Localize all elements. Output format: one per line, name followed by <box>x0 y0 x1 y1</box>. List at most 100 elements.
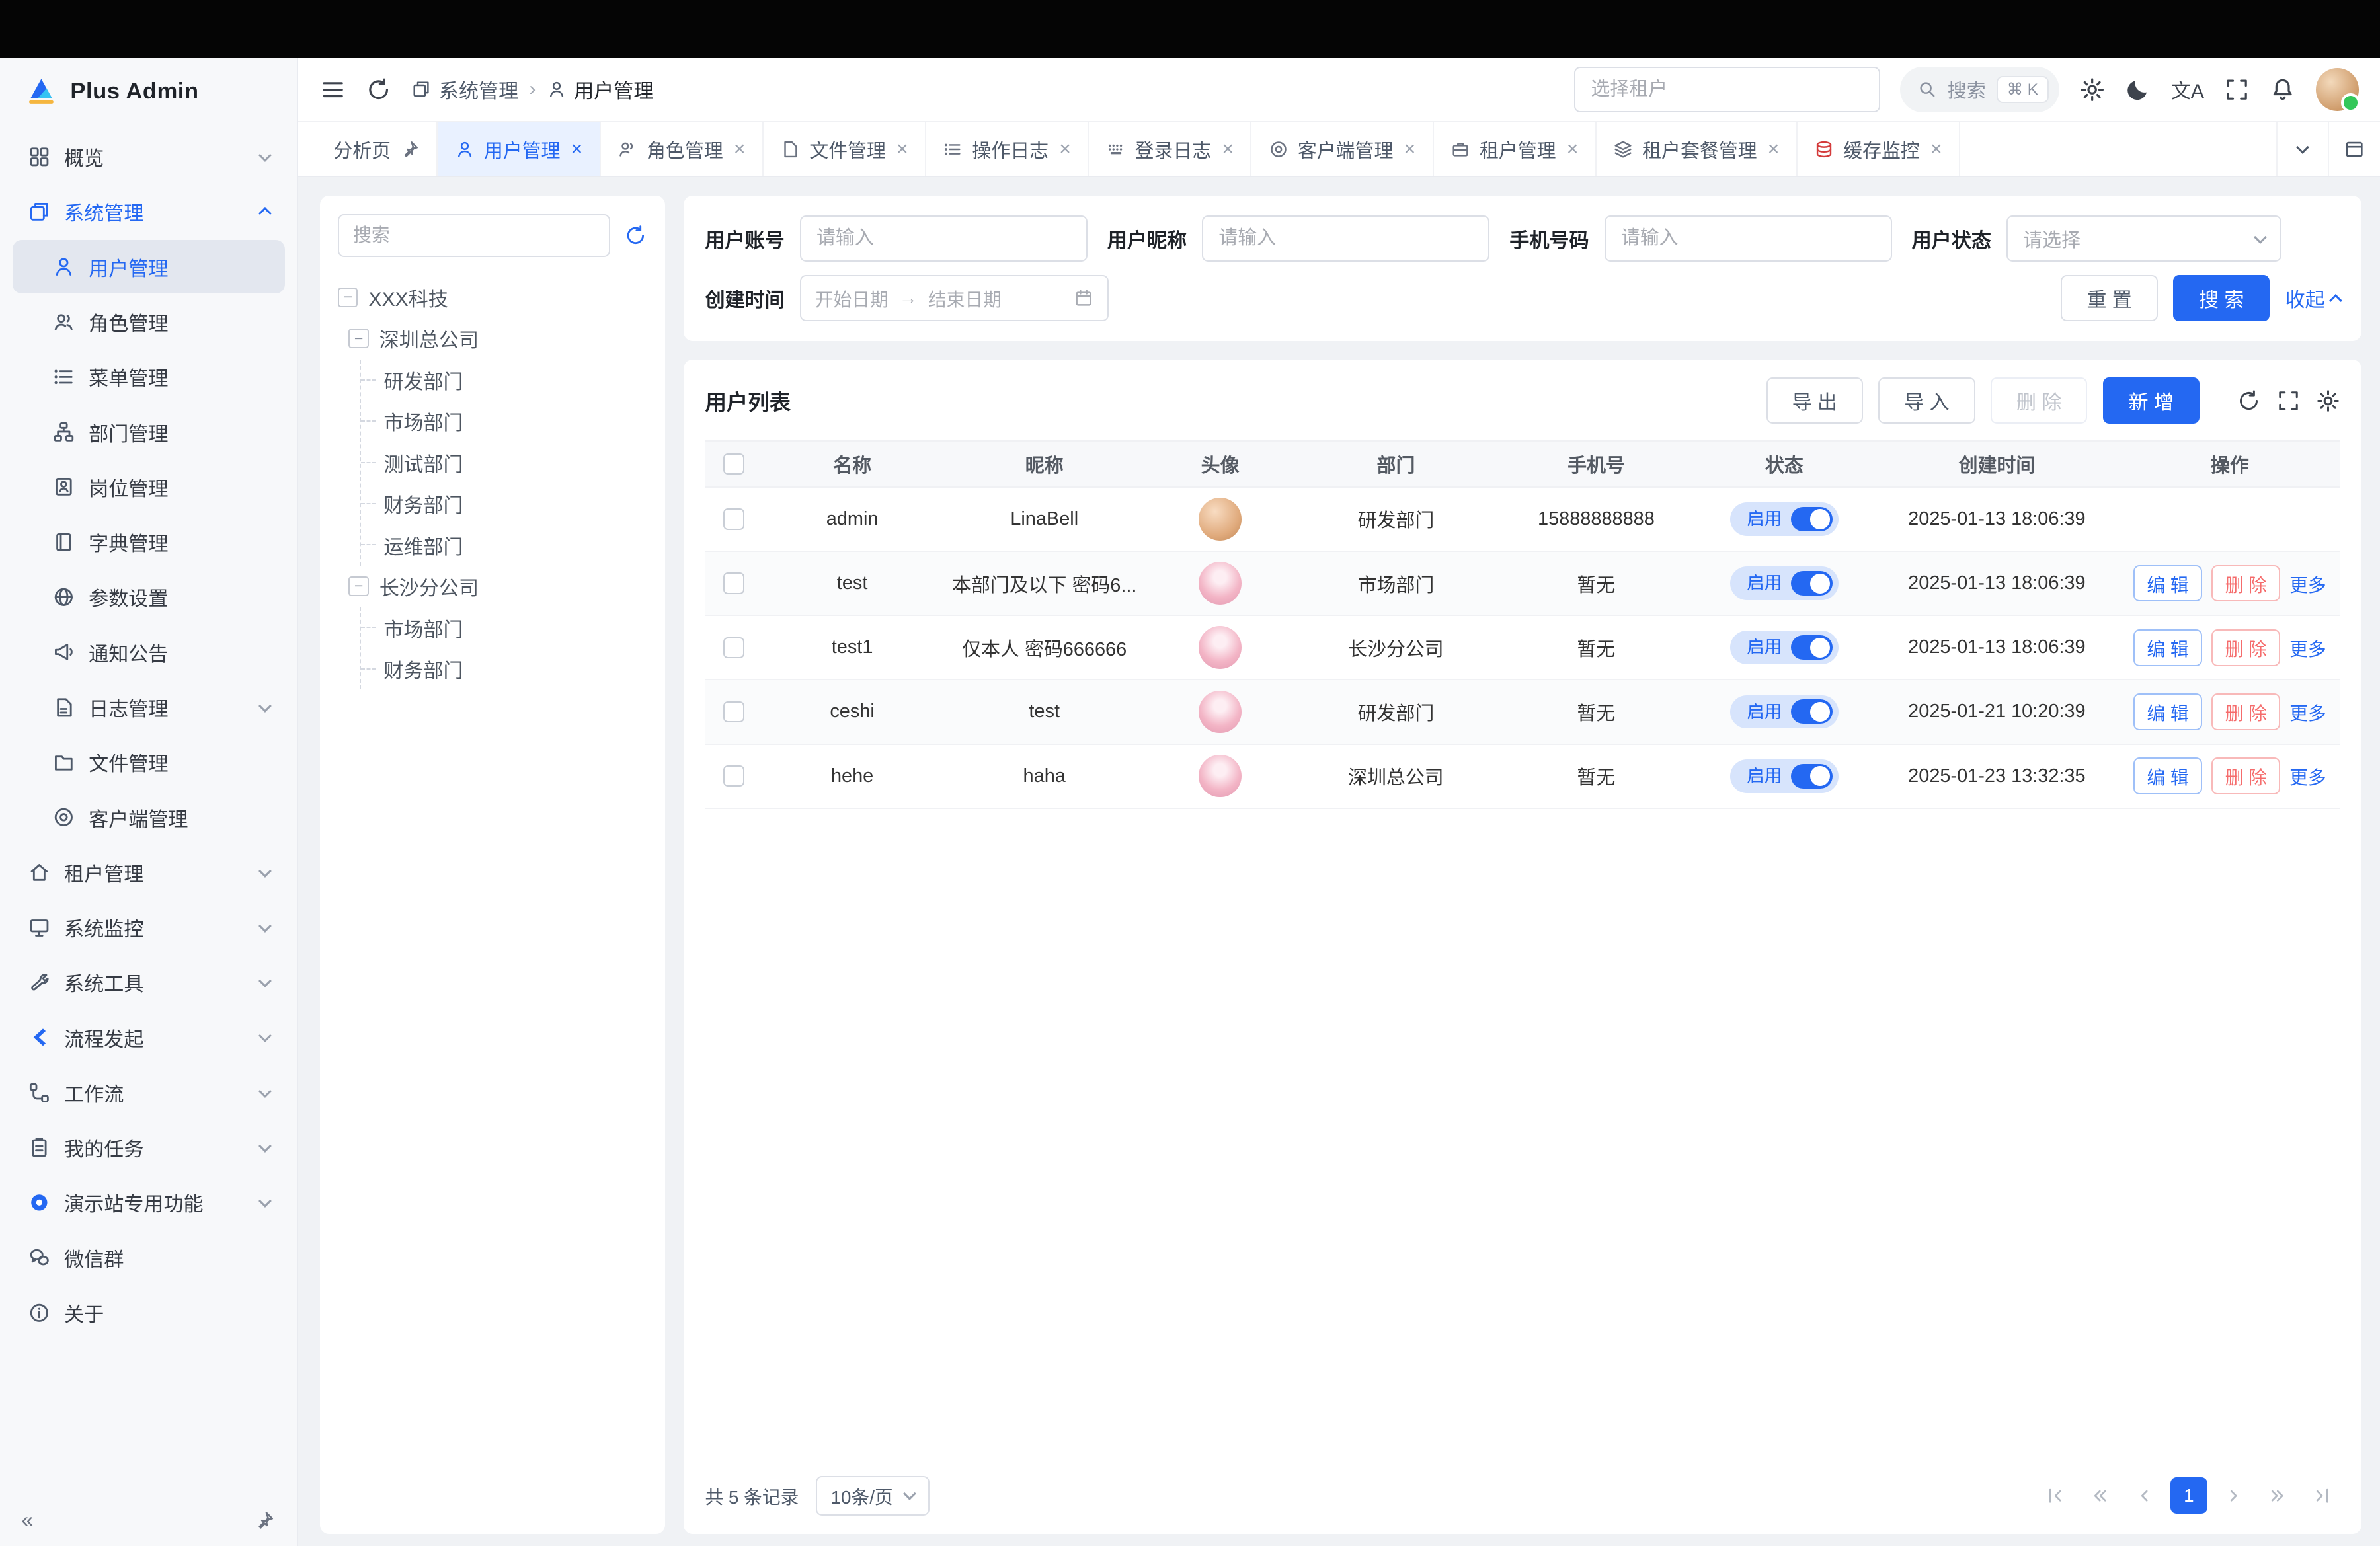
table-fullscreen-icon[interactable] <box>2276 389 2301 413</box>
prev-5-pages-button[interactable] <box>2082 1477 2119 1514</box>
sidebar-item-dictionaries[interactable]: 字典管理 <box>13 516 285 569</box>
tree-node-dept[interactable]: 财务部门 <box>361 648 647 689</box>
first-page-button[interactable] <box>2038 1477 2075 1514</box>
user-avatar[interactable] <box>2316 68 2359 111</box>
tab-user-management[interactable]: 用户管理 × <box>438 122 600 176</box>
account-input[interactable] <box>800 215 1088 261</box>
tree-node-dept[interactable]: 市场部门 <box>361 401 647 442</box>
edit-button[interactable]: 编 辑 <box>2133 757 2202 794</box>
tab-tenant-package[interactable]: 租户套餐管理 × <box>1597 122 1798 176</box>
page-size-select[interactable]: 10条/页 <box>816 1476 930 1516</box>
sidebar-item-about[interactable]: 关于 <box>13 1286 285 1340</box>
tab-operation-log[interactable]: 操作日志 × <box>926 122 1089 176</box>
sidebar-item-workflow[interactable]: 工作流 <box>13 1065 285 1119</box>
tab-role-management[interactable]: 角色管理 × <box>601 122 764 176</box>
status-toggle[interactable]: 启用 <box>1730 566 1839 600</box>
language-icon[interactable]: 文A <box>2171 75 2204 104</box>
sidebar-item-tenants[interactable]: 租户管理 <box>13 845 285 899</box>
more-button[interactable]: 更多 <box>2289 763 2326 789</box>
sidebar-item-departments[interactable]: 部门管理 <box>13 405 285 459</box>
status-toggle[interactable]: 启用 <box>1730 502 1839 536</box>
tab-login-log[interactable]: 登录日志 × <box>1089 122 1251 176</box>
tree-search-input[interactable] <box>338 214 610 257</box>
prev-page-button[interactable] <box>2126 1477 2163 1514</box>
tenant-select-input[interactable] <box>1574 67 1880 112</box>
status-toggle[interactable]: 启用 <box>1730 695 1839 729</box>
tab-analysis[interactable]: 分析页 <box>317 122 438 176</box>
status-select[interactable]: 请选择 <box>2006 215 2281 261</box>
reset-button[interactable]: 重 置 <box>2061 275 2158 321</box>
sidebar-item-demo-features[interactable]: 演示站专用功能 <box>13 1176 285 1229</box>
edit-button[interactable]: 编 辑 <box>2133 629 2202 666</box>
close-icon[interactable]: × <box>896 139 908 159</box>
tree-node-company[interactable]: − 深圳总公司 <box>348 318 647 359</box>
tree-node-company[interactable]: − 长沙分公司 <box>348 566 647 607</box>
close-icon[interactable]: × <box>1768 139 1780 159</box>
more-button[interactable]: 更多 <box>2289 570 2326 597</box>
status-toggle[interactable]: 启用 <box>1730 759 1839 793</box>
import-button[interactable]: 导 入 <box>1878 377 1975 423</box>
search-button[interactable]: 搜 索 <box>2173 275 2270 321</box>
row-checkbox[interactable] <box>723 508 744 529</box>
breadcrumb-item-system[interactable]: 系统管理 <box>411 75 518 104</box>
table-refresh-icon[interactable] <box>2237 389 2261 413</box>
next-5-pages-button[interactable] <box>2259 1477 2296 1514</box>
sidebar-item-my-tasks[interactable]: 我的任务 <box>13 1121 285 1175</box>
fullscreen-icon[interactable] <box>2224 77 2250 102</box>
collapse-filter-link[interactable]: 收起 <box>2285 284 2340 313</box>
close-icon[interactable]: × <box>1059 139 1071 159</box>
pin-sidebar-icon[interactable] <box>254 1510 275 1531</box>
bulk-delete-button[interactable]: 删 除 <box>1991 377 2088 423</box>
tab-file-management[interactable]: 文件管理 × <box>764 122 926 176</box>
sidebar-item-tools[interactable]: 系统工具 <box>13 956 285 1009</box>
settings-icon[interactable] <box>2079 77 2105 102</box>
tree-refresh-icon[interactable] <box>624 224 647 247</box>
close-icon[interactable]: × <box>734 139 746 159</box>
close-icon[interactable]: × <box>571 139 583 159</box>
breadcrumb-item-users[interactable]: 用户管理 <box>547 75 654 104</box>
tree-node-root[interactable]: − XXX科技 <box>338 277 647 318</box>
status-toggle[interactable]: 启用 <box>1730 631 1839 664</box>
hamburger-icon[interactable] <box>320 77 346 102</box>
refresh-icon[interactable] <box>366 77 391 102</box>
tree-node-dept[interactable]: 测试部门 <box>361 442 647 483</box>
phone-input[interactable] <box>1605 215 1892 261</box>
close-icon[interactable]: × <box>1567 139 1579 159</box>
close-icon[interactable]: × <box>1930 139 1942 159</box>
delete-button[interactable]: 删 除 <box>2211 629 2280 666</box>
select-all-checkbox[interactable] <box>723 453 744 475</box>
notification-bell-icon[interactable] <box>2270 77 2295 102</box>
sidebar-item-logs[interactable]: 日志管理 <box>13 680 285 734</box>
sidebar-item-wechat-group[interactable]: 微信群 <box>13 1231 285 1284</box>
sidebar-item-overview[interactable]: 概览 <box>13 130 285 184</box>
edit-button[interactable]: 编 辑 <box>2133 693 2202 730</box>
tabbar-fullscreen-button[interactable] <box>2328 122 2380 176</box>
sidebar-item-clients[interactable]: 客户端管理 <box>13 791 285 844</box>
sidebar-item-posts[interactable]: 岗位管理 <box>13 460 285 514</box>
sidebar-item-roles[interactable]: 角色管理 <box>13 295 285 348</box>
sidebar-item-menus[interactable]: 菜单管理 <box>13 350 285 404</box>
dark-mode-icon[interactable] <box>2125 77 2151 102</box>
sidebar-item-flow-start[interactable]: 流程发起 <box>13 1011 285 1064</box>
last-page-button[interactable] <box>2303 1477 2340 1514</box>
sidebar-item-users[interactable]: 用户管理 <box>13 240 285 293</box>
tree-node-dept[interactable]: 财务部门 <box>361 483 647 524</box>
sidebar-item-parameters[interactable]: 参数设置 <box>13 570 285 624</box>
more-button[interactable]: 更多 <box>2289 635 2326 661</box>
add-button[interactable]: 新 增 <box>2103 377 2200 423</box>
tab-list-dropdown[interactable] <box>2276 122 2328 176</box>
row-checkbox[interactable] <box>723 701 744 722</box>
more-button[interactable]: 更多 <box>2289 699 2326 725</box>
column-settings-icon[interactable] <box>2316 389 2340 413</box>
tab-tenant-management[interactable]: 租户管理 × <box>1434 122 1597 176</box>
tree-expander-icon[interactable]: − <box>338 288 358 307</box>
row-checkbox[interactable] <box>723 637 744 658</box>
tree-node-dept[interactable]: 运维部门 <box>361 524 647 565</box>
tree-node-dept[interactable]: 研发部门 <box>361 360 647 401</box>
edit-button[interactable]: 编 辑 <box>2133 565 2202 602</box>
tree-expander-icon[interactable]: − <box>348 329 368 348</box>
row-checkbox[interactable] <box>723 765 744 787</box>
collapse-sidebar-icon[interactable]: « <box>21 1508 33 1532</box>
sidebar-item-notices[interactable]: 通知公告 <box>13 625 285 679</box>
pin-icon[interactable] <box>400 139 420 159</box>
